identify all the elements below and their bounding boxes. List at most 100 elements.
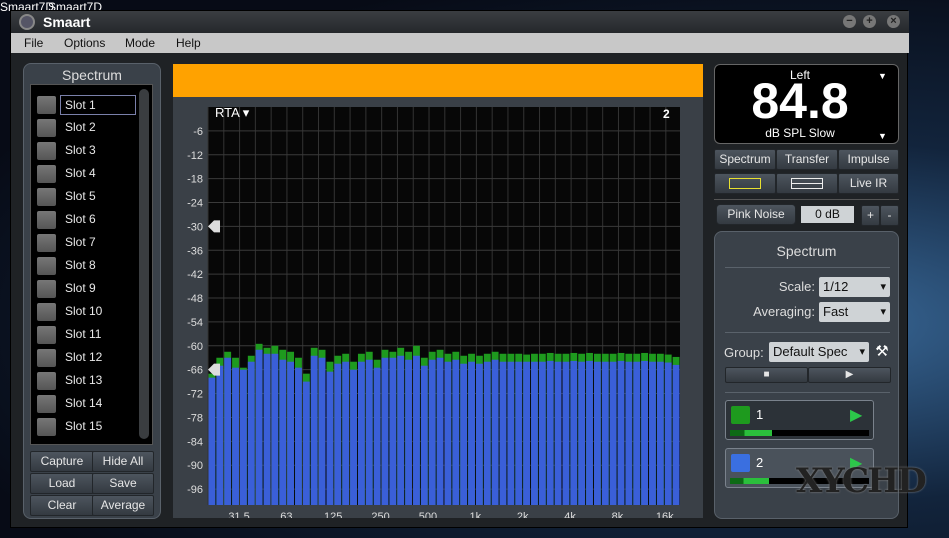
bar-trace-2 <box>397 355 405 505</box>
y-tick-label: -24 <box>187 198 203 210</box>
slot-toggle-button[interactable] <box>37 211 56 229</box>
slot-item[interactable]: Slot 13 <box>37 371 147 391</box>
slot-toggle-button[interactable] <box>37 349 56 367</box>
group-dropdown[interactable]: Default Spec <box>769 342 869 362</box>
slot-item[interactable]: Slot 3 <box>37 141 147 161</box>
slot-toggle-button[interactable] <box>37 257 56 275</box>
average-button[interactable]: Average <box>92 495 154 516</box>
rta-mode-dropdown[interactable]: RTA ▾ <box>215 105 249 121</box>
y-tick-label: -72 <box>187 389 203 401</box>
slot-label: Slot 3 <box>65 143 96 157</box>
y-tick-label: -6 <box>193 126 203 138</box>
single-graph-layout-button[interactable] <box>714 173 776 194</box>
generator-level-field[interactable]: 0 dB <box>801 206 854 223</box>
bar-trace-2 <box>601 361 609 505</box>
slot-toggle-button[interactable] <box>37 188 56 206</box>
averaging-dropdown[interactable]: Fast <box>819 302 890 322</box>
scale-dropdown[interactable]: 1/12 <box>819 277 890 297</box>
load-button[interactable]: Load <box>30 473 94 494</box>
tab-spectrum[interactable]: Spectrum <box>714 149 776 170</box>
clear-button[interactable]: Clear <box>30 495 94 516</box>
bar-trace-2 <box>224 357 232 505</box>
play-button[interactable]: ▶ <box>808 367 891 383</box>
tab-impulse[interactable]: Impulse <box>838 149 899 170</box>
slot-item[interactable]: Slot 9 <box>37 279 147 299</box>
bar-trace-2 <box>633 361 641 505</box>
slot-label: Slot 4 <box>65 166 96 180</box>
trace-name: 1 <box>756 407 764 422</box>
tab-transfer[interactable]: Transfer <box>776 149 838 170</box>
menu-file[interactable]: File <box>24 36 43 50</box>
trace-color-swatch[interactable] <box>731 406 750 424</box>
y-tick-label: -30 <box>187 221 203 233</box>
x-tick-label: 1k <box>469 511 481 518</box>
pink-noise-button[interactable]: Pink Noise <box>716 204 796 225</box>
y-tick-label: -18 <box>187 174 203 186</box>
bar-trace-2 <box>232 367 239 505</box>
menu-mode[interactable]: Mode <box>125 36 155 50</box>
slot-item[interactable]: Slot 4 <box>37 164 147 184</box>
bar-trace-2 <box>538 361 546 505</box>
bar-trace-2 <box>420 365 428 505</box>
slot-toggle-button[interactable] <box>37 326 56 344</box>
trace-count: 2 <box>663 107 670 121</box>
slot-toggle-button[interactable] <box>37 303 56 321</box>
unit-dropdown-icon[interactable]: ▼ <box>878 131 887 141</box>
slot-item[interactable]: Slot 10 <box>37 302 147 322</box>
title-bar[interactable]: Smaart − + × <box>11 11 909 33</box>
hide-all-button[interactable]: Hide All <box>92 451 154 472</box>
bar-trace-2 <box>255 349 263 505</box>
play-trace-icon[interactable]: ▶ <box>850 405 862 425</box>
bar-trace-2 <box>475 363 483 505</box>
slot-toggle-button[interactable] <box>37 280 56 298</box>
slot-item[interactable]: Slot 14 <box>37 394 147 414</box>
dual-graph-layout-button[interactable] <box>776 173 838 194</box>
slot-item[interactable]: Slot 1 <box>37 95 147 115</box>
slot-toggle-button[interactable] <box>37 165 56 183</box>
slot-toggle-button[interactable] <box>37 418 56 436</box>
close-icon[interactable]: × <box>887 15 900 28</box>
slot-item[interactable]: Slot 8 <box>37 256 147 276</box>
level-plus-button[interactable]: + <box>861 205 880 226</box>
smaart-window: Smaart − + × File Options Mode Help Spec… <box>10 10 927 528</box>
slot-toggle-button[interactable] <box>37 395 56 413</box>
stop-button[interactable]: ■ <box>725 367 808 383</box>
slot-item[interactable]: Slot 11 <box>37 325 147 345</box>
slot-toggle-button[interactable] <box>37 142 56 160</box>
rta-chart[interactable]: -6 -12 -18 -24 -30 -36 -42 -48 -54 -60 -66 -72 -78 -8… <box>173 97 703 518</box>
slot-label: Slot 9 <box>65 281 96 295</box>
channel-dropdown-icon[interactable]: ▼ <box>878 71 887 81</box>
trace-item[interactable]: 1 ▶ <box>725 400 874 440</box>
plot-area <box>208 107 680 505</box>
maximize-icon[interactable]: + <box>863 15 876 28</box>
slot-item[interactable]: Slot 7 <box>37 233 147 253</box>
graph-header-bar[interactable] <box>173 64 703 97</box>
slot-item[interactable]: Slot 12 <box>37 348 147 368</box>
slot-toggle-button[interactable] <box>37 372 56 390</box>
minimize-icon[interactable]: − <box>843 15 856 28</box>
slot-toggle-button[interactable] <box>37 119 56 137</box>
trace-name: 2 <box>756 455 764 470</box>
bar-trace-2 <box>287 361 295 505</box>
bar-trace-2 <box>405 359 413 505</box>
save-button[interactable]: Save <box>92 473 154 494</box>
bar-trace-2 <box>617 360 625 505</box>
slot-toggle-button[interactable] <box>37 234 56 252</box>
trace-color-swatch[interactable] <box>731 454 750 472</box>
menu-options[interactable]: Options <box>64 36 105 50</box>
slot-item[interactable]: Slot 6 <box>37 210 147 230</box>
slot-toggle-button[interactable] <box>37 96 56 114</box>
slot-item[interactable]: Slot 5 <box>37 187 147 207</box>
live-ir-button[interactable]: Live IR <box>838 173 899 194</box>
slot-item[interactable]: Slot 15 <box>37 417 147 437</box>
tools-icon[interactable]: ⚒ <box>873 342 891 362</box>
group-label: Group: <box>724 345 764 360</box>
menu-help[interactable]: Help <box>176 36 201 50</box>
slot-label: Slot 11 <box>65 327 102 341</box>
slot-item[interactable]: Slot 2 <box>37 118 147 138</box>
spl-meter[interactable]: Left 84.8 dB SPL Slow ▼ ▼ <box>714 64 899 144</box>
level-minus-button[interactable]: - <box>880 205 899 226</box>
bar-trace-2 <box>263 353 271 505</box>
bar-trace-2 <box>570 360 578 505</box>
capture-button[interactable]: Capture <box>30 451 94 472</box>
